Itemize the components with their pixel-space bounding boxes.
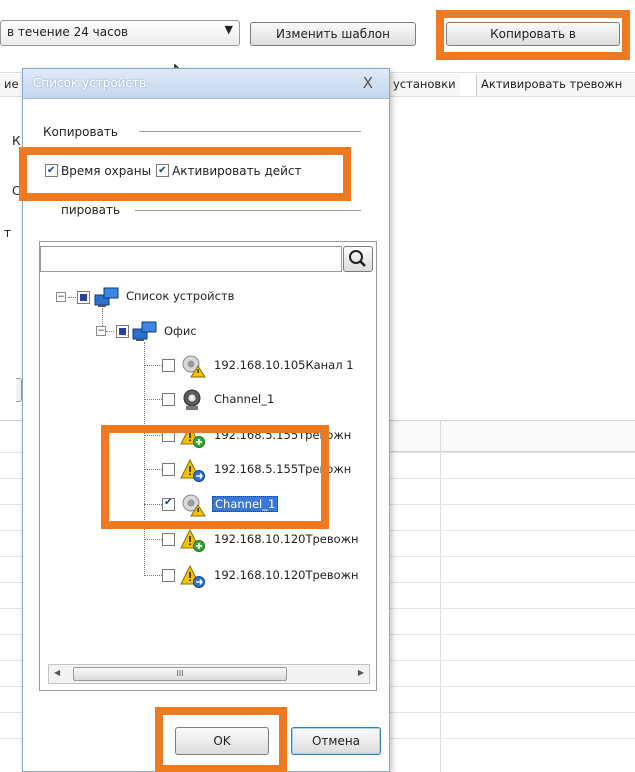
close-icon[interactable]: X	[363, 74, 373, 92]
section-divider	[139, 131, 361, 132]
guard-time-label: Время охраны	[61, 164, 152, 178]
period-combo-value: в течение 24 часов	[7, 25, 129, 39]
chevron-down-icon[interactable]: ▼	[225, 23, 233, 36]
channel-checkbox[interactable]	[162, 569, 175, 582]
channel-checkbox[interactable]	[162, 497, 175, 511]
copy-options: Время охраны Активировать дейст	[45, 164, 307, 178]
channel-checkbox[interactable]	[162, 359, 175, 372]
device-network-icon	[94, 287, 119, 307]
copy-section-label: Копировать	[43, 125, 118, 139]
alarm-input-icon	[180, 424, 205, 448]
copy-to-button[interactable]: Копировать в	[446, 22, 620, 46]
table-column-divider	[440, 420, 441, 772]
tree-line	[144, 469, 162, 470]
tree-line	[68, 297, 76, 298]
tree-line	[144, 504, 162, 505]
partial-label-t: т	[4, 226, 11, 240]
alarm-input-icon	[180, 528, 205, 552]
tree-line	[144, 575, 162, 576]
period-combo[interactable]: в течение 24 часов ▼	[0, 20, 240, 46]
channel-checkbox[interactable]	[162, 393, 175, 406]
channel-checkbox[interactable]	[162, 429, 175, 442]
camera-warning-icon	[182, 494, 206, 517]
cancel-button[interactable]: Отмена	[291, 727, 381, 755]
table-header	[388, 420, 635, 452]
group-tristate-checkbox[interactable]	[116, 325, 129, 338]
tab-presets[interactable]: установки	[388, 74, 460, 96]
tree-line	[106, 331, 114, 332]
tree-group-label[interactable]: Офис	[164, 324, 197, 338]
tree-line	[144, 342, 145, 576]
device-tree-panel: − Список устройств − Офис 192.168.10.105…	[39, 241, 377, 691]
search-icon	[349, 250, 366, 267]
copy-target-label: пировать	[61, 203, 121, 217]
activate-action-checkbox[interactable]	[156, 164, 170, 177]
channel-checkbox[interactable]	[162, 533, 175, 546]
tree-line	[144, 365, 162, 366]
tree-item-label[interactable]: Channel_1	[214, 392, 274, 406]
dialog-title-bar[interactable]: Список устройств X	[23, 69, 389, 99]
activate-action-label: Активировать дейст	[172, 164, 302, 178]
tree-line	[144, 435, 162, 436]
device-network-icon	[132, 321, 157, 341]
edit-template-button[interactable]: Изменить шаблон	[250, 22, 416, 46]
tree-item-label[interactable]: 192.168.5.155Тревожн	[214, 428, 351, 442]
tree-item-label[interactable]: 192.168.10.120Тревожн	[214, 568, 359, 582]
scroll-right-icon[interactable]: ▶	[358, 668, 364, 677]
scroll-left-icon[interactable]: ◀	[54, 668, 60, 677]
root-tristate-checkbox[interactable]	[77, 291, 90, 304]
tree-line	[144, 399, 162, 400]
alarm-output-icon	[180, 564, 205, 588]
device-list-dialog: Список устройств X Копировать Время охра…	[19, 68, 390, 772]
search-button[interactable]	[343, 246, 373, 272]
dialog-title: Список устройств	[33, 76, 147, 90]
section-divider	[135, 210, 361, 211]
collapse-icon[interactable]: −	[96, 326, 106, 336]
camera-icon	[183, 389, 201, 410]
tree-line	[144, 539, 162, 540]
guard-time-checkbox[interactable]	[45, 164, 58, 177]
tree-root-label[interactable]: Список устройств	[126, 289, 234, 303]
tree-item-label-selected[interactable]: Channel_1	[212, 496, 279, 512]
tree-item-label[interactable]: 192.168.10.105Канал 1	[214, 358, 354, 372]
horizontal-scrollbar[interactable]: ◀ III ▶	[48, 664, 370, 684]
ok-button[interactable]: OK	[175, 727, 269, 755]
partial-label-c: С	[12, 184, 21, 198]
alarm-output-icon	[180, 458, 205, 482]
channel-checkbox[interactable]	[162, 463, 175, 476]
tab-activate-alarm[interactable]: Активировать тревожн	[476, 74, 635, 96]
scrollbar-thumb[interactable]: III	[73, 667, 287, 681]
search-input[interactable]	[40, 246, 342, 272]
collapse-icon[interactable]: −	[56, 292, 66, 302]
partial-label-k: К	[12, 134, 21, 148]
tab-fragment-left[interactable]: ие	[0, 74, 23, 96]
tree-item-label[interactable]: 192.168.5.155Тревожн	[214, 462, 351, 476]
camera-warning-icon	[182, 355, 206, 378]
tree-item-label[interactable]: 192.168.10.120Тревожн	[214, 532, 359, 546]
